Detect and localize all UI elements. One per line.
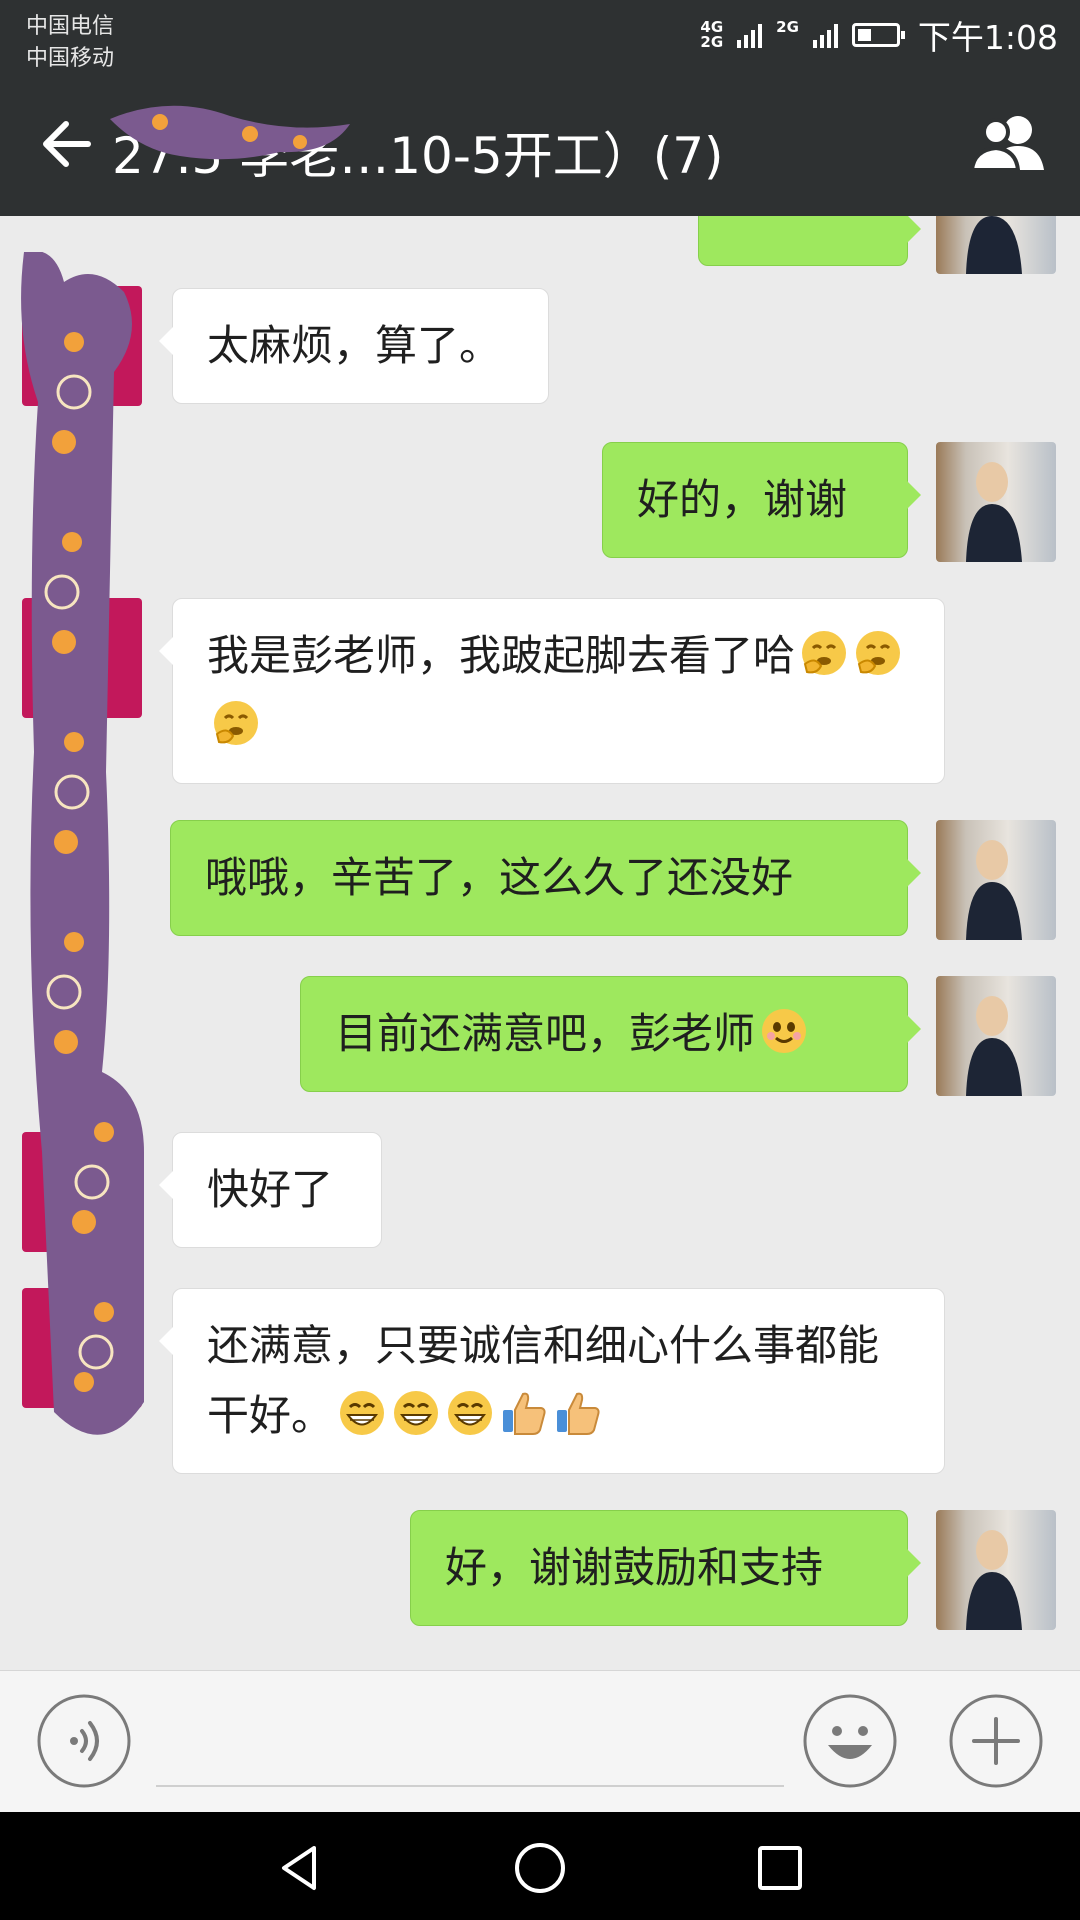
back-arrow-icon	[43, 121, 91, 167]
message-text: 哦哦，辛苦了，这么久了还没好	[205, 853, 794, 902]
nav-back-icon	[282, 1846, 316, 1890]
avatar-self[interactable]	[936, 442, 1056, 562]
more-actions-button[interactable]	[948, 1693, 1044, 1789]
grin-emoji-icon	[337, 1388, 387, 1438]
message-text: 我是彭老师，我跛起脚去看了哈	[207, 631, 796, 680]
network-type-2: 2G	[776, 20, 799, 50]
status-bar: 中国电信 中国移动 4G 2G 2G 下午1:08	[0, 0, 1080, 72]
message-input[interactable]	[156, 1699, 784, 1787]
group-info-button[interactable]	[966, 110, 1050, 176]
back-button[interactable]	[36, 114, 96, 174]
message-bubble[interactable]: 好的，谢谢	[602, 442, 921, 558]
message-text: 好，谢谢鼓励和支持	[445, 1543, 824, 1592]
emoji-button[interactable]	[802, 1693, 898, 1789]
message-text: 快好了	[207, 1165, 334, 1214]
avatar-sender[interactable]	[22, 1288, 142, 1408]
thumbs-up-emoji-icon	[553, 1388, 603, 1438]
message-text: 好的，谢谢	[637, 475, 848, 524]
message-bubble[interactable]: 太麻烦，算了。	[159, 288, 549, 404]
avatar-self[interactable]	[936, 820, 1056, 940]
avatar-sender[interactable]	[22, 286, 142, 406]
message-bubble[interactable]: 快好了	[159, 1132, 382, 1248]
avatar-self[interactable]	[936, 976, 1056, 1096]
voice-input-button[interactable]	[36, 1693, 132, 1789]
network-type-1: 4G 2G	[700, 20, 723, 50]
message-bubble-partial[interactable]	[698, 216, 921, 266]
system-navigation-bar	[0, 1812, 1080, 1920]
carrier-2-label: 中国移动	[26, 46, 115, 71]
avatar-sender[interactable]	[22, 598, 142, 718]
message-bubble[interactable]: 哦哦，辛苦了，这么久了还没好	[170, 820, 921, 936]
chat-header: 27.5 李老…10-5开工）(7)	[0, 72, 1080, 216]
chat-area[interactable]: 太麻烦，算了。 好的，谢谢 我是彭老师，我跛起脚去看了哈 哦哦，辛苦了，这么久了…	[0, 216, 1080, 1670]
message-bubble[interactable]: 还满意，只要诚信和细心什么事都能干好。	[159, 1288, 945, 1474]
message-bubble[interactable]: 我是彭老师，我跛起脚去看了哈	[159, 598, 945, 784]
grin-emoji-icon	[445, 1388, 495, 1438]
nav-recent-icon	[758, 1846, 802, 1890]
shy-laugh-emoji-icon	[211, 698, 261, 748]
voice-icon	[37, 1694, 131, 1788]
signal-1-icon	[737, 22, 763, 48]
battery-icon	[851, 23, 905, 47]
clock: 下午1:08	[917, 18, 1058, 57]
shy-laugh-emoji-icon	[853, 628, 903, 678]
message-input-bar	[0, 1670, 1080, 1812]
battery-level-fill	[857, 29, 871, 41]
status-indicators: 4G 2G 2G 下午1:08	[700, 12, 1058, 58]
avatar-self[interactable]	[936, 1510, 1056, 1630]
avatar-sender[interactable]	[22, 1132, 142, 1252]
carrier-1-label: 中国电信	[26, 14, 115, 39]
thumbs-up-emoji-icon	[499, 1388, 549, 1438]
emoji-icon	[803, 1694, 897, 1788]
system-home-button[interactable]	[512, 1840, 568, 1896]
message-text: 目前还满意吧，彭老师	[335, 1009, 756, 1058]
system-back-button[interactable]	[272, 1840, 328, 1896]
smile-emoji-icon	[759, 1006, 809, 1056]
message-bubble[interactable]: 好，谢谢鼓励和支持	[410, 1510, 921, 1626]
plus-icon	[949, 1694, 1043, 1788]
nav-home-icon	[515, 1843, 565, 1893]
avatar-self[interactable]	[936, 216, 1056, 274]
redaction-scribble-avatars	[21, 252, 144, 1435]
network-type-1-bottom: 2G	[700, 33, 724, 51]
signal-2-icon	[812, 22, 838, 48]
grin-emoji-icon	[391, 1388, 441, 1438]
message-text: 太麻烦，算了。	[207, 321, 502, 370]
system-recent-button[interactable]	[752, 1840, 808, 1896]
group-members-icon	[969, 116, 1044, 172]
shy-laugh-emoji-icon	[799, 628, 849, 678]
chat-title: 27.5 李老…10-5开工）(7)	[112, 127, 724, 185]
message-bubble[interactable]: 目前还满意吧，彭老师	[300, 976, 921, 1092]
